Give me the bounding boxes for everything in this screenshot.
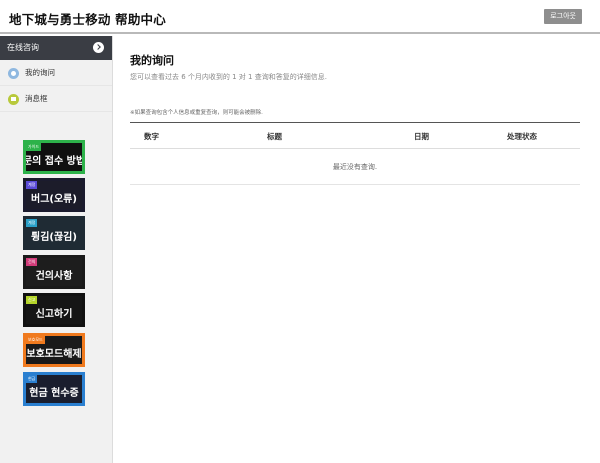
- sidebar-item-message-box[interactable]: 消息框: [0, 86, 112, 112]
- banner-tag: 건의: [26, 258, 38, 266]
- banner-disconnect[interactable]: 계정 튕김(끊김): [23, 216, 85, 250]
- top-header: 地下城与勇士移动 帮助中心 로그아웃: [0, 0, 600, 34]
- main-content: 我的询问 您可以查看过去 6 个月内收到的 1 对 1 查询和答复的详细信息. …: [114, 36, 600, 463]
- banner-tag: 보호모드: [26, 336, 45, 344]
- banner-label: 튕김(끊김): [31, 231, 77, 243]
- banner-tag: 현금: [26, 375, 38, 383]
- page-description: 您可以查看过去 6 个月内收到的 1 对 1 查询和答复的详细信息.: [130, 73, 327, 81]
- column-header-number: 数字: [144, 132, 159, 141]
- sidebar-item-label: 我的询问: [25, 68, 55, 77]
- banner-label: 문의 접수 방법: [23, 155, 85, 167]
- banner-label: 현금 현수증: [29, 387, 79, 399]
- banner-label: 건의사항: [35, 270, 73, 282]
- banner-report[interactable]: 신고 신고하기: [23, 293, 85, 327]
- sidebar-item-label: 消息框: [25, 94, 48, 103]
- banner-label: 신고하기: [35, 308, 73, 320]
- banner-tag: 신고: [26, 296, 38, 304]
- column-header-status: 处理状态: [507, 132, 537, 141]
- logout-button[interactable]: 로그아웃: [544, 9, 582, 24]
- table-header: 数字 标题 日期 处理状态: [130, 122, 580, 149]
- sidebar-section-title: 在线咨询: [7, 43, 39, 52]
- inquiry-table: 数字 标题 日期 处理状态 最近没有查询.: [130, 122, 580, 185]
- notice-text: ※如果查询包含个人信息或重复查询，则可能会被删除.: [130, 110, 263, 116]
- banner-protect-mode[interactable]: 보호모드 보호모드해제: [23, 333, 85, 367]
- app-title: 地下城与勇士移动 帮助中心: [9, 12, 166, 27]
- banner-cash-receipt[interactable]: 현금 현금 현수증: [23, 372, 85, 406]
- sidebar-item-my-inquiry[interactable]: 我的询问: [0, 60, 112, 86]
- banner-bug[interactable]: 계정 버그(오류): [23, 178, 85, 212]
- banner-tag: 계정: [26, 219, 38, 227]
- banner-how-to-inquire[interactable]: 가이드 문의 접수 방법: [23, 140, 85, 174]
- chevron-right-icon[interactable]: [93, 42, 104, 53]
- banner-label: 버그(오류): [31, 193, 77, 205]
- column-header-date: 日期: [414, 132, 429, 141]
- inquiry-icon: [8, 68, 19, 79]
- banner-tag: 계정: [26, 181, 38, 189]
- sidebar: 在线咨询 我的询问 消息框 가이드 문의 접수 방법 계정 버그(오류) 계정 …: [0, 36, 113, 463]
- page-title: 我的询问: [130, 54, 174, 67]
- empty-table-message: 最近没有查询.: [130, 149, 580, 185]
- message-icon: [8, 94, 19, 105]
- banner-suggestion[interactable]: 건의 건의사항: [23, 255, 85, 289]
- banner-tag: 가이드: [26, 143, 42, 151]
- banner-label: 보호모드해제: [26, 348, 82, 360]
- sidebar-section-online-inquiry[interactable]: 在线咨询: [0, 36, 112, 60]
- column-header-title: 标题: [267, 132, 282, 141]
